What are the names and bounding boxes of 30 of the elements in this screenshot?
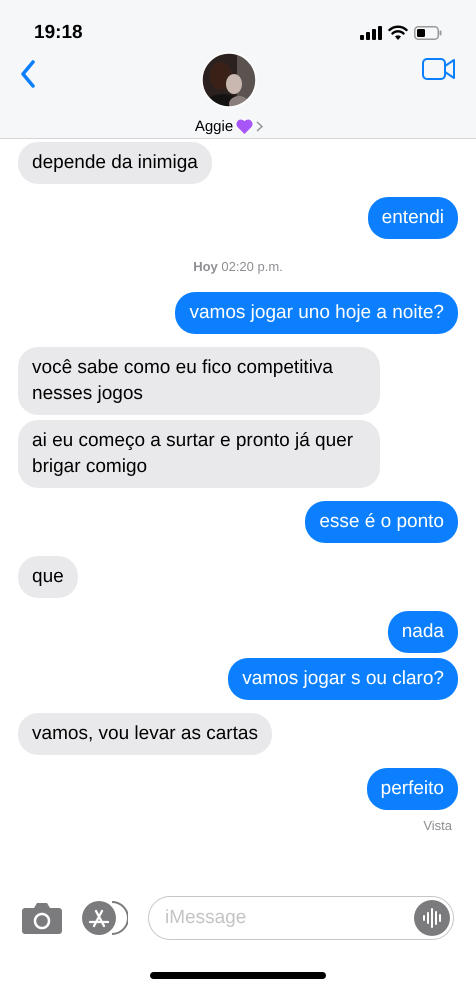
app-store-button[interactable] [82, 901, 128, 935]
contact-name[interactable]: Aggie [194, 116, 264, 138]
received-message: ai eu começo a surtar e pronto já quer brigar comigo [18, 420, 380, 488]
chevron-icon [256, 121, 264, 132]
received-message: vamos, vou levar as cartas [18, 712, 272, 754]
signal-icon [360, 26, 382, 40]
sent-message: entendi [368, 197, 458, 239]
status-time: 19:18 [34, 20, 83, 44]
camera-button[interactable] [22, 902, 62, 934]
received-message: você sabe como eu fico competitiva nesses jogos [18, 346, 380, 414]
heart-icon [236, 119, 254, 134]
sent-message: perfeito [366, 768, 458, 810]
wifi-icon [388, 25, 408, 40]
video-camera-icon [422, 58, 456, 80]
message-input-field[interactable]: iMessage [148, 896, 454, 940]
sent-message: esse é o ponto [305, 500, 458, 542]
received-message: que [18, 556, 78, 598]
audio-waveform-icon[interactable] [414, 900, 450, 936]
sent-message: nada [388, 610, 458, 652]
read-receipt: Vista [423, 816, 452, 834]
battery-icon [414, 26, 442, 40]
camera-icon [22, 902, 62, 934]
app-store-icon [82, 901, 128, 935]
video-call-button[interactable] [422, 58, 456, 80]
message-timestamp: Hoy 02:20 p.m. [193, 258, 283, 276]
back-button[interactable] [20, 60, 36, 88]
sent-message: vamos jogar uno hoje a noite? [175, 292, 458, 334]
sent-message: vamos jogar s ou claro? [228, 658, 458, 700]
received-message: depende da inimiga [18, 142, 212, 184]
back-icon [20, 60, 36, 88]
